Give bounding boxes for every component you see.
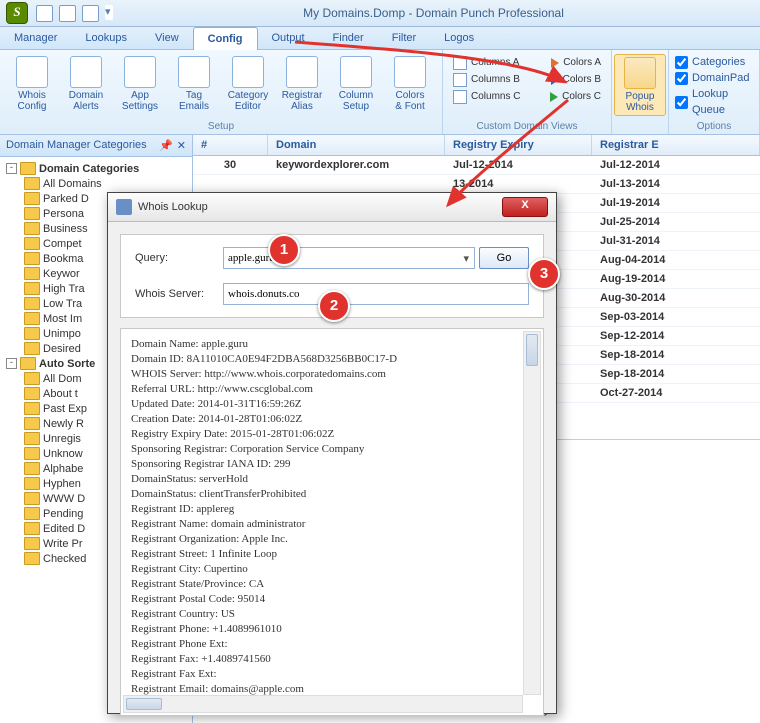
menu-filter[interactable]: Filter bbox=[378, 27, 430, 49]
tree-item[interactable]: All Domains bbox=[2, 176, 190, 191]
callout-3: 3 bbox=[528, 258, 560, 290]
server-label: Whois Server: bbox=[135, 288, 213, 300]
whois-lookup-dialog: Whois Lookup X Query: ▾ Go Whois Server:… bbox=[107, 192, 557, 714]
query-label: Query: bbox=[135, 252, 213, 264]
ribbon: WhoisConfigDomainAlertsAppSettingsTagEma… bbox=[0, 50, 760, 135]
horizontal-scrollbar[interactable] bbox=[123, 695, 523, 713]
qat-open-icon[interactable] bbox=[59, 5, 76, 22]
ribbon-group-label: Options bbox=[675, 119, 753, 132]
ribbon-icon bbox=[394, 56, 426, 88]
ribbon-icon bbox=[232, 56, 264, 88]
menu-lookups[interactable]: Lookups bbox=[71, 27, 141, 49]
ribbon-group-label: Setup bbox=[6, 119, 436, 132]
ribbon-btn-whois[interactable]: WhoisConfig bbox=[6, 54, 58, 114]
callout-2: 2 bbox=[318, 290, 350, 322]
chevron-down-icon[interactable]: ▾ bbox=[105, 5, 113, 20]
ribbon-group-setup: WhoisConfigDomainAlertsAppSettingsTagEma… bbox=[0, 50, 443, 134]
popup-whois-button[interactable]: PopupWhois bbox=[612, 50, 669, 134]
dialog-titlebar[interactable]: Whois Lookup X bbox=[108, 193, 556, 222]
option-domainpad[interactable]: DomainPad bbox=[675, 70, 753, 86]
ribbon-icon bbox=[286, 56, 318, 88]
grid-header: # Domain Registry Expiry Registrar E bbox=[193, 135, 760, 156]
dialog-close-button[interactable]: X bbox=[502, 197, 548, 217]
menu-view[interactable]: View bbox=[141, 27, 193, 49]
magnifier-person-icon bbox=[624, 57, 656, 89]
ribbon-btn-app[interactable]: AppSettings bbox=[114, 54, 166, 114]
col-registrar-expiry[interactable]: Registrar E bbox=[592, 135, 760, 155]
query-input[interactable] bbox=[223, 247, 475, 269]
qat-print-icon[interactable] bbox=[82, 5, 99, 22]
titlebar: S ▾ My Domains.Domp - Domain Punch Profe… bbox=[0, 0, 760, 27]
close-icon[interactable]: ✕ bbox=[177, 139, 186, 152]
window-title: My Domains.Domp - Domain Punch Professio… bbox=[113, 6, 754, 20]
callout-1: 1 bbox=[268, 234, 300, 266]
ribbon-btn-tag[interactable]: TagEmails bbox=[168, 54, 220, 114]
whois-result-text[interactable]: Domain Name: apple.guruDomain ID: 8A1101… bbox=[120, 328, 544, 716]
ribbon-btn-column[interactable]: ColumnSetup bbox=[330, 54, 382, 114]
app-logo-icon: S bbox=[6, 2, 28, 24]
columns-b-button[interactable]: Columns BColors B bbox=[449, 71, 605, 88]
col-number[interactable]: # bbox=[193, 135, 268, 155]
ribbon-icon bbox=[124, 56, 156, 88]
dialog-icon bbox=[116, 199, 132, 215]
ribbon-group-custom-views: Columns AColors A Columns BColors B Colu… bbox=[443, 50, 612, 134]
ribbon-btn-registrar[interactable]: RegistrarAlias bbox=[276, 54, 328, 114]
ribbon-group-label: Custom Domain Views bbox=[449, 119, 605, 132]
menu-config[interactable]: Config bbox=[193, 27, 258, 50]
menubar: Manager Lookups View Config Output Finde… bbox=[0, 27, 760, 50]
ribbon-group-options: Categories DomainPad Lookup Queue Option… bbox=[669, 50, 760, 134]
ribbon-btn-category[interactable]: CategoryEditor bbox=[222, 54, 274, 114]
menu-logos[interactable]: Logos bbox=[430, 27, 488, 49]
dialog-title: Whois Lookup bbox=[138, 201, 208, 213]
chevron-down-icon[interactable]: ▾ bbox=[463, 252, 469, 265]
col-domain[interactable]: Domain bbox=[268, 135, 445, 155]
ribbon-icon bbox=[340, 56, 372, 88]
tree-root-domain-categories[interactable]: -Domain Categories bbox=[2, 161, 190, 176]
vertical-scrollbar[interactable] bbox=[523, 331, 541, 695]
ribbon-btn-domain[interactable]: DomainAlerts bbox=[60, 54, 112, 114]
columns-a-button[interactable]: Columns AColors A bbox=[449, 54, 605, 71]
ribbon-icon bbox=[70, 56, 102, 88]
whois-server-input[interactable] bbox=[223, 283, 529, 305]
option-categories[interactable]: Categories bbox=[675, 54, 753, 70]
pin-icon[interactable]: 📌 bbox=[159, 139, 173, 152]
menu-output[interactable]: Output bbox=[258, 27, 319, 49]
quick-access-toolbar: ▾ bbox=[36, 5, 113, 22]
sidebar-title: Domain Manager Categories 📌 ✕ bbox=[0, 135, 192, 157]
ribbon-icon bbox=[16, 56, 48, 88]
ribbon-btn-colors[interactable]: Colors& Font bbox=[384, 54, 436, 114]
table-row[interactable]: 30keywordexplorer.comJul-12-2014Jul-12-2… bbox=[193, 156, 760, 175]
ribbon-icon bbox=[178, 56, 210, 88]
go-button[interactable]: Go bbox=[479, 247, 529, 269]
menu-manager[interactable]: Manager bbox=[0, 27, 71, 49]
columns-c-button[interactable]: Columns CColors C bbox=[449, 88, 605, 105]
qat-save-icon[interactable] bbox=[36, 5, 53, 22]
option-lookup-queue[interactable]: Lookup Queue bbox=[675, 86, 753, 118]
col-registry-expiry[interactable]: Registry Expiry bbox=[445, 135, 592, 155]
menu-finder[interactable]: Finder bbox=[319, 27, 378, 49]
